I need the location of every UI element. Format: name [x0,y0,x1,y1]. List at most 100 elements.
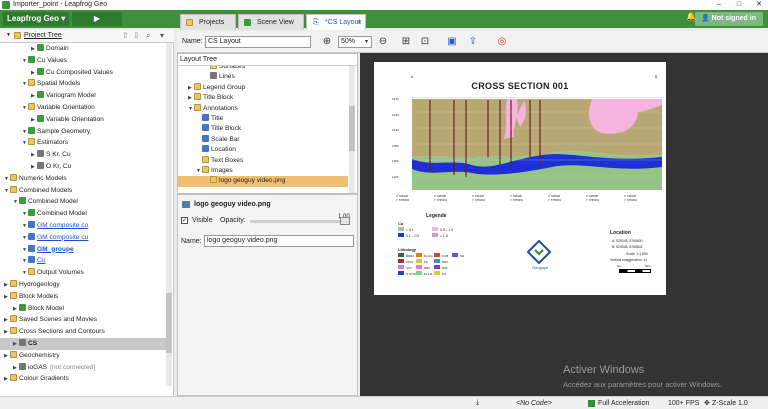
project-tree-item[interactable]: ▼ Combined Models [0,185,166,197]
project-tree-item[interactable]: ▶ Geochemistry [0,350,166,362]
project-tree-item[interactable]: ▼ GM_groupe [0,244,166,256]
leapfrog-geo-menu-button[interactable]: Leapfrog Geo ▾ [3,12,69,26]
project-tree-item[interactable]: ▼ Output Volumes [0,267,166,279]
tree-item-label: Combined Model [28,198,78,206]
section-title[interactable]: CROSS SECTION 001 [374,81,666,91]
project-tree-item[interactable]: ▶ Block Models [0,291,166,303]
scale-bar[interactable] [619,269,651,273]
zoom-width-icon[interactable]: ⊡ [418,35,432,49]
project-tree-item[interactable]: ▶ S Kr, Cu [0,149,166,161]
cu-legend-title: Cu [398,221,404,226]
layout-tree-item[interactable]: Location [178,145,348,155]
save-icon[interactable]: ▣ [445,35,459,49]
project-tree-item[interactable]: ▼ Estimators [0,137,166,149]
project-tree-item[interactable]: ▶ Variogram Model [0,90,166,102]
project-tree-item[interactable]: ▼ Cu Values [0,55,166,67]
tab-scene-view[interactable]: Scene View [238,14,304,30]
play-button[interactable]: ▶ [72,12,122,26]
layout-tree-item[interactable]: ▶ Legend Group [178,82,348,93]
export-icon[interactable]: ⇪ [466,35,480,49]
tree-item-icon [10,291,17,299]
layout-tree-item[interactable]: Scale Bar [178,134,348,145]
layout-tree-item[interactable]: Title [178,114,348,124]
lithology-legend-item: RSC [434,259,448,264]
layout-tree-item[interactable]: Lines [178,72,348,82]
tree-item-label: Output Volumes [37,269,84,277]
layout-item-label: Lines [219,73,235,81]
opacity-slider-handle[interactable] [340,217,350,225]
tree-item-label: Variable Orientation [37,104,95,111]
project-tree-item[interactable]: ▼ GM composite cu [0,232,166,244]
project-tree-item[interactable]: ▼ Combined Model [0,196,166,208]
layout-item-icon [202,155,209,163]
legend-swatch [434,271,440,275]
visible-checkbox[interactable]: ✓ [181,217,188,224]
move-up-icon[interactable]: ⇧ [122,31,129,40]
no-code-label[interactable]: <No Code> [516,400,552,407]
project-tree-item[interactable]: ▼ Spatial Models [0,78,166,90]
help-icon[interactable]: ◎ [495,35,509,49]
collapse-icon[interactable]: ▼ [6,32,11,38]
layout-tree-item[interactable]: ▼ Images [178,166,348,176]
tree-item-icon [10,185,17,193]
lithology-legend-item: CVT [398,265,412,270]
status-bar: ⤓ <No Code> Full Acceleration 100+ FPS ✥… [0,396,768,409]
project-tree-item[interactable]: ▶ Domain [0,43,166,55]
layout-tree-item[interactable]: ▼ Annotations [178,103,348,114]
tree-item-icon [37,44,44,51]
project-tree-item[interactable]: ▶ Cross Sections and Contours [0,326,166,338]
zoom-out-icon[interactable]: ⊖ [376,35,390,49]
project-tree-item[interactable]: ▶ Variable Orientation [0,114,166,126]
legend-swatch [398,233,404,237]
layout-tree-scrollbar[interactable] [349,66,355,193]
project-tree-item[interactable]: ▶ Block Model [0,303,166,315]
project-tree-item[interactable]: ▼ GM composite co [0,220,166,232]
tab-projects[interactable]: Projects [180,14,236,30]
layout-tree-item[interactable]: Title Block [178,124,348,134]
search-icon[interactable]: ⌕ [146,31,150,41]
filter-icon[interactable]: ▾ [160,31,164,40]
section-plot[interactable] [412,97,662,190]
project-tree-item[interactable]: ▶ Hydrogeology [0,279,166,291]
project-tree-item[interactable]: ▼ Sample Geometry [0,126,166,138]
tree-item-label: Numeric Models [19,174,67,182]
project-tree-item[interactable]: ▶ ioGAS [not connected] [0,362,166,374]
project-tree-item[interactable]: ▶ Colour Gradients [0,373,166,384]
geoguys-logo[interactable] [526,239,552,265]
close-tab-icon[interactable]: ✕ [357,15,362,31]
zoom-select[interactable]: 50% ▼ [338,36,372,48]
x-coordinate-label: Y: 8765601 [624,199,638,202]
image-name-input[interactable]: logo geoguy video.png [204,235,354,247]
layout-name-input[interactable]: CS Layout [205,36,311,48]
tree-item-label: Variogram Model [46,92,96,100]
project-tree-item[interactable]: ▶ O Kr, Cu [0,161,166,173]
scroll-thumb[interactable] [166,293,172,353]
x-coordinate-label: X: 525598 [586,195,598,198]
project-tree-item[interactable]: ▼ Cu [0,255,166,267]
layout-tree-item[interactable]: ▶ Title Block [178,93,348,103]
project-tree-item[interactable]: ▶ Cu Composited Values [0,67,166,79]
project-tree-item[interactable]: ▶ Saved Scenes and Movies [0,314,166,326]
layout-tree-item[interactable]: Text Boxes [178,155,348,166]
minimize-button[interactable]: – [712,0,726,10]
project-tree-item[interactable]: ▼ Variable Orientation [0,102,166,114]
project-tree-item[interactable]: ▼ Combined Model [0,208,166,220]
close-button[interactable]: ✕ [752,0,766,10]
layout-tree-item[interactable]: logo geoguy video.png [178,176,348,187]
x-coordinate-label: Y: 8765601 [434,199,448,202]
layout-item-icon [210,72,217,80]
scroll-thumb[interactable] [349,106,355,151]
z-scale-label[interactable]: Z-Scale 1.0 [712,400,748,407]
layout-item-label: Surfaces [219,66,246,70]
project-tree-scrollbar[interactable] [166,43,172,386]
layout-item-icon [202,114,209,121]
project-tree-item[interactable]: ▼ Numeric Models [0,173,166,185]
project-tree-item[interactable]: ▶ CS [0,338,166,350]
maximize-button[interactable]: □ [732,0,746,10]
opacity-slider[interactable] [250,220,350,223]
zoom-in-icon[interactable]: ⊕ [320,35,334,49]
zoom-fit-icon[interactable]: ⊞ [399,35,413,49]
move-down-icon[interactable]: ⇩ [133,31,140,40]
legend-label: RSF [442,266,448,270]
tab-cs-layout[interactable]: ⎘ *CS Layout ✕ [306,14,366,30]
